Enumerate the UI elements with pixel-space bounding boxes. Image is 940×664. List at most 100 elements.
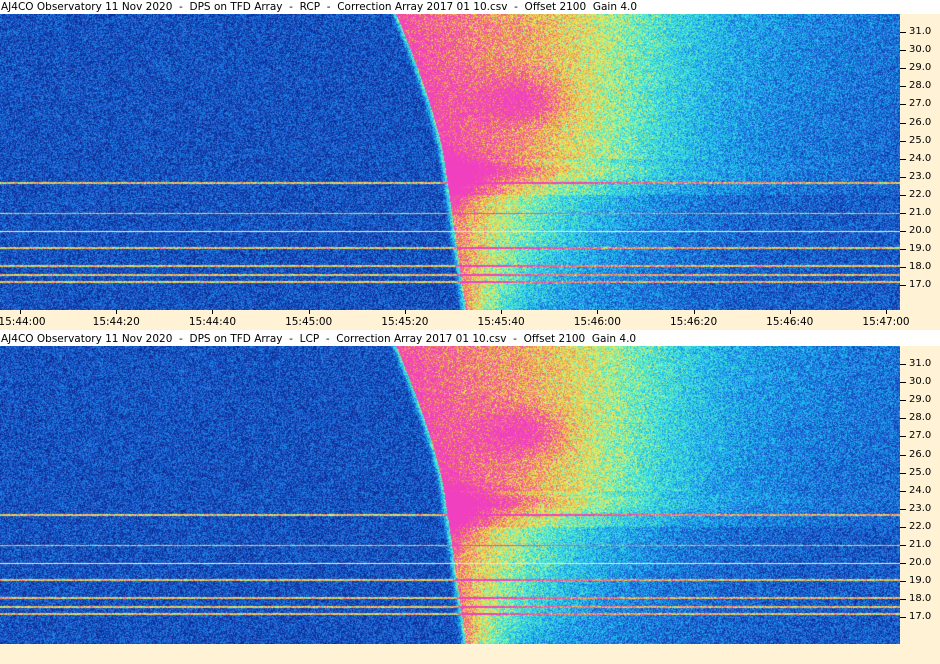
frequency-tick-label: 18.0	[909, 261, 932, 273]
time-tick-label: 15:47:00	[862, 316, 910, 328]
frequency-tick-label: 27.0	[909, 98, 932, 110]
frequency-tick-label: 23.0	[909, 170, 932, 182]
frequency-tick-mark	[900, 617, 906, 619]
frequency-tick: 26.0	[900, 117, 940, 135]
frequency-tick-label: 29.0	[909, 394, 932, 406]
time-tick-label: 15:45:20	[381, 316, 429, 328]
time-tick-mark	[20, 310, 21, 314]
frequency-tick: 18.0	[900, 261, 940, 279]
frequency-tick-label: 29.0	[909, 62, 932, 74]
frequency-tick-label: 21.0	[909, 207, 932, 218]
panel-title-rcp: AJ4CO Observatory 11 Nov 2020 - DPS on T…	[0, 0, 940, 14]
bottom-bar	[0, 644, 940, 664]
frequency-tick-mark	[900, 563, 906, 565]
frequency-tick-mark	[900, 545, 906, 546]
time-tick-label: 15:45:00	[285, 316, 333, 328]
frequency-tick-label: 26.0	[909, 448, 932, 460]
frequency-tick-label: 17.0	[909, 611, 932, 623]
frequency-tick-label: 19.0	[909, 575, 932, 587]
frequency-tick: 24.0	[900, 485, 940, 503]
frequency-tick: 31.0	[900, 358, 940, 376]
frequency-tick-mark	[900, 599, 906, 601]
frequency-tick: 27.0	[900, 430, 940, 448]
frequency-tick-label: 30.0	[909, 376, 932, 388]
frequency-tick: 29.0	[900, 62, 940, 80]
frequency-tick: 27.0	[900, 98, 940, 116]
frequency-tick-label: 25.0	[909, 134, 932, 146]
frequency-tick-mark	[900, 418, 906, 420]
time-tick-label: 15:46:40	[766, 316, 814, 328]
frequency-tick-label: 31.0	[909, 358, 932, 369]
time-tick-label: 15:44:40	[188, 316, 237, 328]
frequency-tick-mark	[900, 122, 906, 124]
frequency-tick-label: 17.0	[909, 279, 932, 291]
frequency-tick-label: 22.0	[909, 188, 932, 200]
frequency-tick-label: 25.0	[909, 466, 932, 478]
frequency-tick: 31.0	[900, 26, 940, 44]
frequency-tick: 26.0	[900, 449, 940, 467]
frequency-tick-mark	[900, 382, 906, 384]
frequency-tick-mark	[900, 140, 906, 142]
frequency-tick: 29.0	[900, 394, 940, 412]
frequency-tick-mark	[900, 581, 906, 583]
frequency-tick: 25.0	[900, 467, 940, 485]
frequency-tick: 23.0	[900, 503, 940, 521]
time-tick-mark	[404, 310, 406, 314]
frequency-tick-mark	[900, 68, 906, 70]
time-tick-mark	[693, 310, 695, 314]
frequency-tick-mark	[900, 194, 906, 196]
time-tick-mark	[501, 310, 503, 314]
frequency-tick-mark	[900, 104, 906, 106]
time-tick-label: 15:46:00	[573, 316, 621, 328]
frequency-tick-mark	[900, 176, 906, 178]
time-axis: 15:44:00 15:44:20 15:44:40 15:45:00 15:45:20…	[0, 310, 940, 330]
frequency-tick-label: 19.0	[909, 243, 932, 255]
spectrogram-canvas-rcp	[0, 14, 900, 310]
spectrogram-viewer: { "panels": [ { "title": "AJ4CO Observat…	[0, 0, 940, 664]
frequency-tick-mark	[900, 231, 906, 233]
frequency-tick-label: 28.0	[909, 80, 932, 92]
frequency-tick: 19.0	[900, 575, 940, 593]
frequency-tick-label: 20.0	[909, 557, 932, 569]
frequency-tick: 30.0	[900, 376, 940, 394]
frequency-axis-lcp: 31.0 30.0 29.0 28.0 27.0 26.0 25.0 24.0 23.0 22.0…	[900, 346, 940, 644]
frequency-tick-label: 24.0	[909, 152, 932, 164]
time-tick-mark	[308, 310, 310, 314]
time-tick-mark	[116, 310, 118, 314]
frequency-tick: 22.0	[900, 189, 940, 207]
frequency-tick: 25.0	[900, 135, 940, 153]
frequency-tick-label: 23.0	[909, 502, 932, 514]
frequency-tick: 21.0	[900, 539, 940, 557]
time-tick-label: 15:44:00	[0, 316, 46, 328]
frequency-tick-mark	[900, 472, 906, 474]
frequency-tick-label: 18.0	[909, 593, 932, 605]
frequency-tick-mark	[900, 213, 906, 214]
frequency-tick: 21.0	[900, 207, 940, 225]
frequency-tick: 23.0	[900, 171, 940, 189]
frequency-tick-mark	[900, 86, 906, 88]
frequency-tick-label: 27.0	[909, 430, 932, 442]
frequency-tick: 28.0	[900, 412, 940, 430]
frequency-tick-mark	[900, 158, 906, 160]
frequency-tick-mark	[900, 454, 906, 456]
spectrogram-lcp	[0, 346, 900, 644]
frequency-tick-mark	[900, 508, 906, 510]
time-tick-label: 15:45:40	[477, 316, 525, 328]
frequency-tick-mark	[900, 400, 906, 402]
spectrogram-rcp	[0, 14, 900, 310]
frequency-tick-label: 26.0	[909, 116, 932, 128]
frequency-tick-label: 24.0	[909, 484, 932, 496]
frequency-tick-mark	[900, 267, 906, 269]
frequency-tick: 30.0	[900, 44, 940, 62]
frequency-tick-label: 28.0	[909, 412, 932, 424]
frequency-tick: 19.0	[900, 243, 940, 261]
frequency-axis-rcp: 31.0 30.0 29.0 28.0 27.0 26.0 25.0 24.0 23.0 22.0…	[900, 14, 940, 310]
frequency-tick: 18.0	[900, 593, 940, 611]
frequency-tick: 17.0	[900, 611, 940, 629]
time-tick-mark	[886, 310, 887, 314]
time-tick-label: 15:44:20	[92, 316, 140, 328]
time-tick-mark	[789, 310, 791, 314]
frequency-tick-mark	[900, 50, 906, 52]
frequency-tick: 24.0	[900, 153, 940, 171]
frequency-tick-mark	[900, 249, 906, 251]
